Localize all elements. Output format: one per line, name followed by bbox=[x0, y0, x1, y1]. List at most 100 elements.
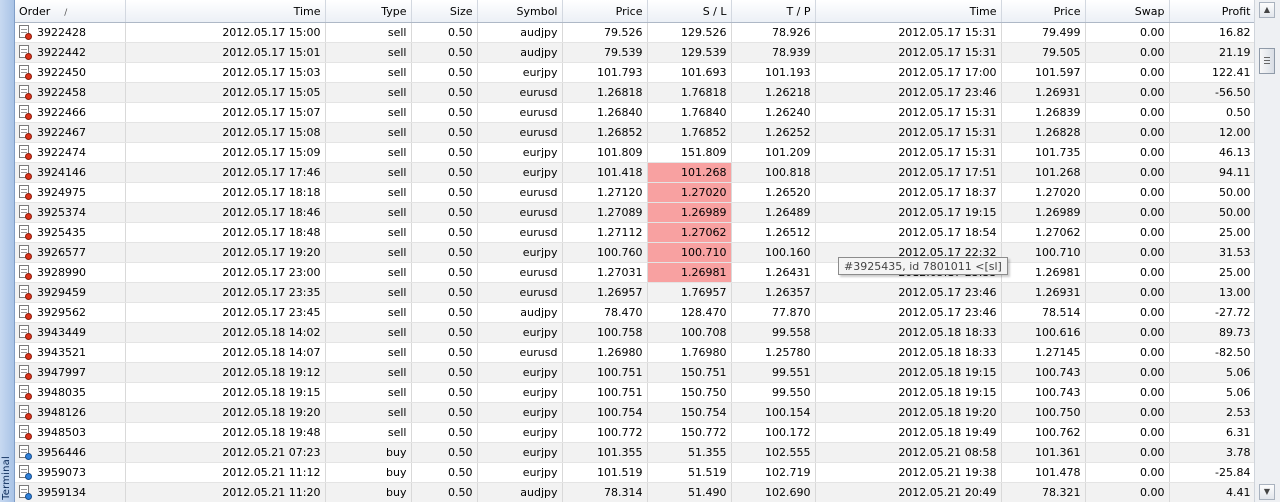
open-price-cell: 101.519 bbox=[562, 462, 648, 483]
sell-order-icon bbox=[19, 145, 32, 160]
lot-size-cell: 0.50 bbox=[411, 202, 478, 223]
swap-cell: 0.00 bbox=[1085, 282, 1170, 303]
order-status-dot-icon bbox=[25, 93, 32, 100]
profit-cell: 3.78 bbox=[1169, 442, 1255, 463]
trade-type-cell: buy bbox=[325, 462, 412, 483]
trade-type-cell: sell bbox=[325, 102, 412, 123]
open-time-cell: 2012.05.18 14:07 bbox=[125, 342, 326, 363]
symbol-cell: eurjpy bbox=[477, 162, 563, 183]
table-body: 3922428 2012.05.17 15:00 sell 0.50 audjpy 79.… bbox=[15, 22, 1255, 502]
order-number-text: 3922458 bbox=[37, 86, 86, 99]
close-price-cell: 78.321 bbox=[1001, 482, 1086, 502]
column-header-close-time[interactable]: Time bbox=[815, 0, 1002, 23]
symbol-cell: eurusd bbox=[477, 102, 563, 123]
table-row[interactable]: 3922450 2012.05.17 15:03 sell 0.50 eurjpy 101… bbox=[15, 62, 1255, 83]
table-row[interactable]: 3959134 2012.05.21 11:20 buy 0.50 audjpy 78.3… bbox=[15, 482, 1255, 502]
stop-loss-cell: 151.809 bbox=[647, 142, 732, 163]
table-row[interactable]: 3943449 2012.05.18 14:02 sell 0.50 eurjpy 100… bbox=[15, 322, 1255, 343]
table-row[interactable]: 3947997 2012.05.18 19:12 sell 0.50 eurjpy 100… bbox=[15, 362, 1255, 383]
open-time-cell: 2012.05.17 23:00 bbox=[125, 262, 326, 283]
scroll-down-icon[interactable]: ▼ bbox=[1259, 484, 1275, 500]
trade-type-cell: sell bbox=[325, 362, 412, 383]
sell-order-icon bbox=[19, 325, 32, 340]
column-header-order[interactable]: Order / bbox=[15, 0, 126, 23]
open-price-cell: 100.751 bbox=[562, 362, 648, 383]
column-header-symbol[interactable]: Symbol bbox=[477, 0, 563, 23]
column-header-take-profit[interactable]: T / P bbox=[731, 0, 816, 23]
open-price-cell: 101.793 bbox=[562, 62, 648, 83]
table-row[interactable]: 3925374 2012.05.17 18:46 sell 0.50 eurusd 1.2… bbox=[15, 202, 1255, 223]
column-header-swap[interactable]: Swap bbox=[1085, 0, 1170, 23]
take-profit-cell: 1.26252 bbox=[731, 122, 816, 143]
column-header-size[interactable]: Size bbox=[411, 0, 478, 23]
open-price-cell: 100.758 bbox=[562, 322, 648, 343]
trade-type-cell: sell bbox=[325, 182, 412, 203]
column-header-profit[interactable]: Profit bbox=[1169, 0, 1255, 23]
close-price-cell: 101.361 bbox=[1001, 442, 1086, 463]
table-row[interactable]: 3929459 2012.05.17 23:35 sell 0.50 eurusd 1.2… bbox=[15, 282, 1255, 303]
order-number-cell: 3926577 bbox=[15, 242, 126, 263]
column-header-open-time[interactable]: Time bbox=[125, 0, 326, 23]
table-row[interactable]: 3948503 2012.05.18 19:48 sell 0.50 eurjpy 100… bbox=[15, 422, 1255, 443]
table-row[interactable]: 3922428 2012.05.17 15:00 sell 0.50 audjpy 79.… bbox=[15, 22, 1255, 43]
lot-size-cell: 0.50 bbox=[411, 222, 478, 243]
column-header-type[interactable]: Type bbox=[325, 0, 412, 23]
lot-size-cell: 0.50 bbox=[411, 322, 478, 343]
table-row[interactable]: 3943521 2012.05.18 14:07 sell 0.50 eurusd 1.2… bbox=[15, 342, 1255, 363]
close-time-cell: 2012.05.17 15:31 bbox=[815, 22, 1002, 43]
terminal-side-strip[interactable]: Terminal bbox=[0, 0, 15, 502]
table-row[interactable]: 3948126 2012.05.18 19:20 sell 0.50 eurjpy 100… bbox=[15, 402, 1255, 423]
order-status-dot-icon bbox=[25, 213, 32, 220]
table-row[interactable]: 3948035 2012.05.18 19:15 sell 0.50 eurjpy 100… bbox=[15, 382, 1255, 403]
sell-order-icon bbox=[19, 105, 32, 120]
sort-indicator-icon: / bbox=[64, 7, 68, 18]
table-row[interactable]: 3956446 2012.05.21 07:23 buy 0.50 eurjpy 101.… bbox=[15, 442, 1255, 463]
table-row[interactable]: 3929562 2012.05.17 23:45 sell 0.50 audjpy 78.… bbox=[15, 302, 1255, 323]
table-row[interactable]: 3924975 2012.05.17 18:18 sell 0.50 eurusd 1.2… bbox=[15, 182, 1255, 203]
order-status-dot-icon bbox=[25, 493, 32, 500]
table-row[interactable]: 3925435 2012.05.17 18:48 sell 0.50 eurusd 1.2… bbox=[15, 222, 1255, 243]
order-number-text: 3959134 bbox=[37, 486, 86, 499]
column-header-stop-loss[interactable]: S / L bbox=[647, 0, 732, 23]
order-number-text: 3922428 bbox=[37, 26, 86, 39]
take-profit-cell: 1.26512 bbox=[731, 222, 816, 243]
column-header-open-price[interactable]: Price bbox=[562, 0, 648, 23]
table-row[interactable]: 3922467 2012.05.17 15:08 sell 0.50 eurusd 1.2… bbox=[15, 122, 1255, 143]
take-profit-cell: 99.558 bbox=[731, 322, 816, 343]
terminal-side-label: Terminal bbox=[1, 456, 12, 500]
table-row[interactable]: 3922466 2012.05.17 15:07 sell 0.50 eurusd 1.2… bbox=[15, 102, 1255, 123]
table-row[interactable]: 3922458 2012.05.17 15:05 sell 0.50 eurusd 1.2… bbox=[15, 82, 1255, 103]
table-row[interactable]: 3959073 2012.05.21 11:12 buy 0.50 eurjpy 101.… bbox=[15, 462, 1255, 483]
table-row[interactable]: 3922474 2012.05.17 15:09 sell 0.50 eurjpy 101… bbox=[15, 142, 1255, 163]
order-status-dot-icon bbox=[25, 313, 32, 320]
symbol-cell: eurjpy bbox=[477, 422, 563, 443]
column-header-close-price[interactable]: Price bbox=[1001, 0, 1086, 23]
stop-loss-cell: 129.526 bbox=[647, 22, 732, 43]
scroll-thumb[interactable] bbox=[1259, 48, 1275, 74]
sell-order-icon bbox=[19, 45, 32, 60]
lot-size-cell: 0.50 bbox=[411, 362, 478, 383]
order-number-cell: 3925374 bbox=[15, 202, 126, 223]
stop-loss-cell: 51.355 bbox=[647, 442, 732, 463]
lot-size-cell: 0.50 bbox=[411, 462, 478, 483]
open-time-cell: 2012.05.17 18:18 bbox=[125, 182, 326, 203]
order-status-dot-icon bbox=[25, 53, 32, 60]
scroll-up-icon[interactable]: ▲ bbox=[1259, 2, 1275, 18]
open-time-cell: 2012.05.17 15:05 bbox=[125, 82, 326, 103]
take-profit-cell: 100.154 bbox=[731, 402, 816, 423]
order-status-dot-icon bbox=[25, 73, 32, 80]
swap-cell: 0.00 bbox=[1085, 482, 1170, 502]
stop-loss-cell: 51.519 bbox=[647, 462, 732, 483]
profit-cell: 13.00 bbox=[1169, 282, 1255, 303]
take-profit-cell: 99.550 bbox=[731, 382, 816, 403]
vertical-scrollbar[interactable]: ▲ ▼ bbox=[1254, 0, 1280, 502]
table-row[interactable]: 3928990 2012.05.17 23:00 sell 0.50 eurusd 1.2… bbox=[15, 262, 1255, 283]
swap-cell: 0.00 bbox=[1085, 402, 1170, 423]
order-status-dot-icon bbox=[25, 33, 32, 40]
order-status-dot-icon bbox=[25, 453, 32, 460]
close-time-cell: 2012.05.17 17:51 bbox=[815, 162, 1002, 183]
sell-order-icon bbox=[19, 405, 32, 420]
table-row[interactable]: 3924146 2012.05.17 17:46 sell 0.50 eurjpy 101… bbox=[15, 162, 1255, 183]
table-row[interactable]: 3922442 2012.05.17 15:01 sell 0.50 audjpy 79.… bbox=[15, 42, 1255, 63]
table-row[interactable]: 3926577 2012.05.17 19:20 sell 0.50 eurjpy 100… bbox=[15, 242, 1255, 263]
